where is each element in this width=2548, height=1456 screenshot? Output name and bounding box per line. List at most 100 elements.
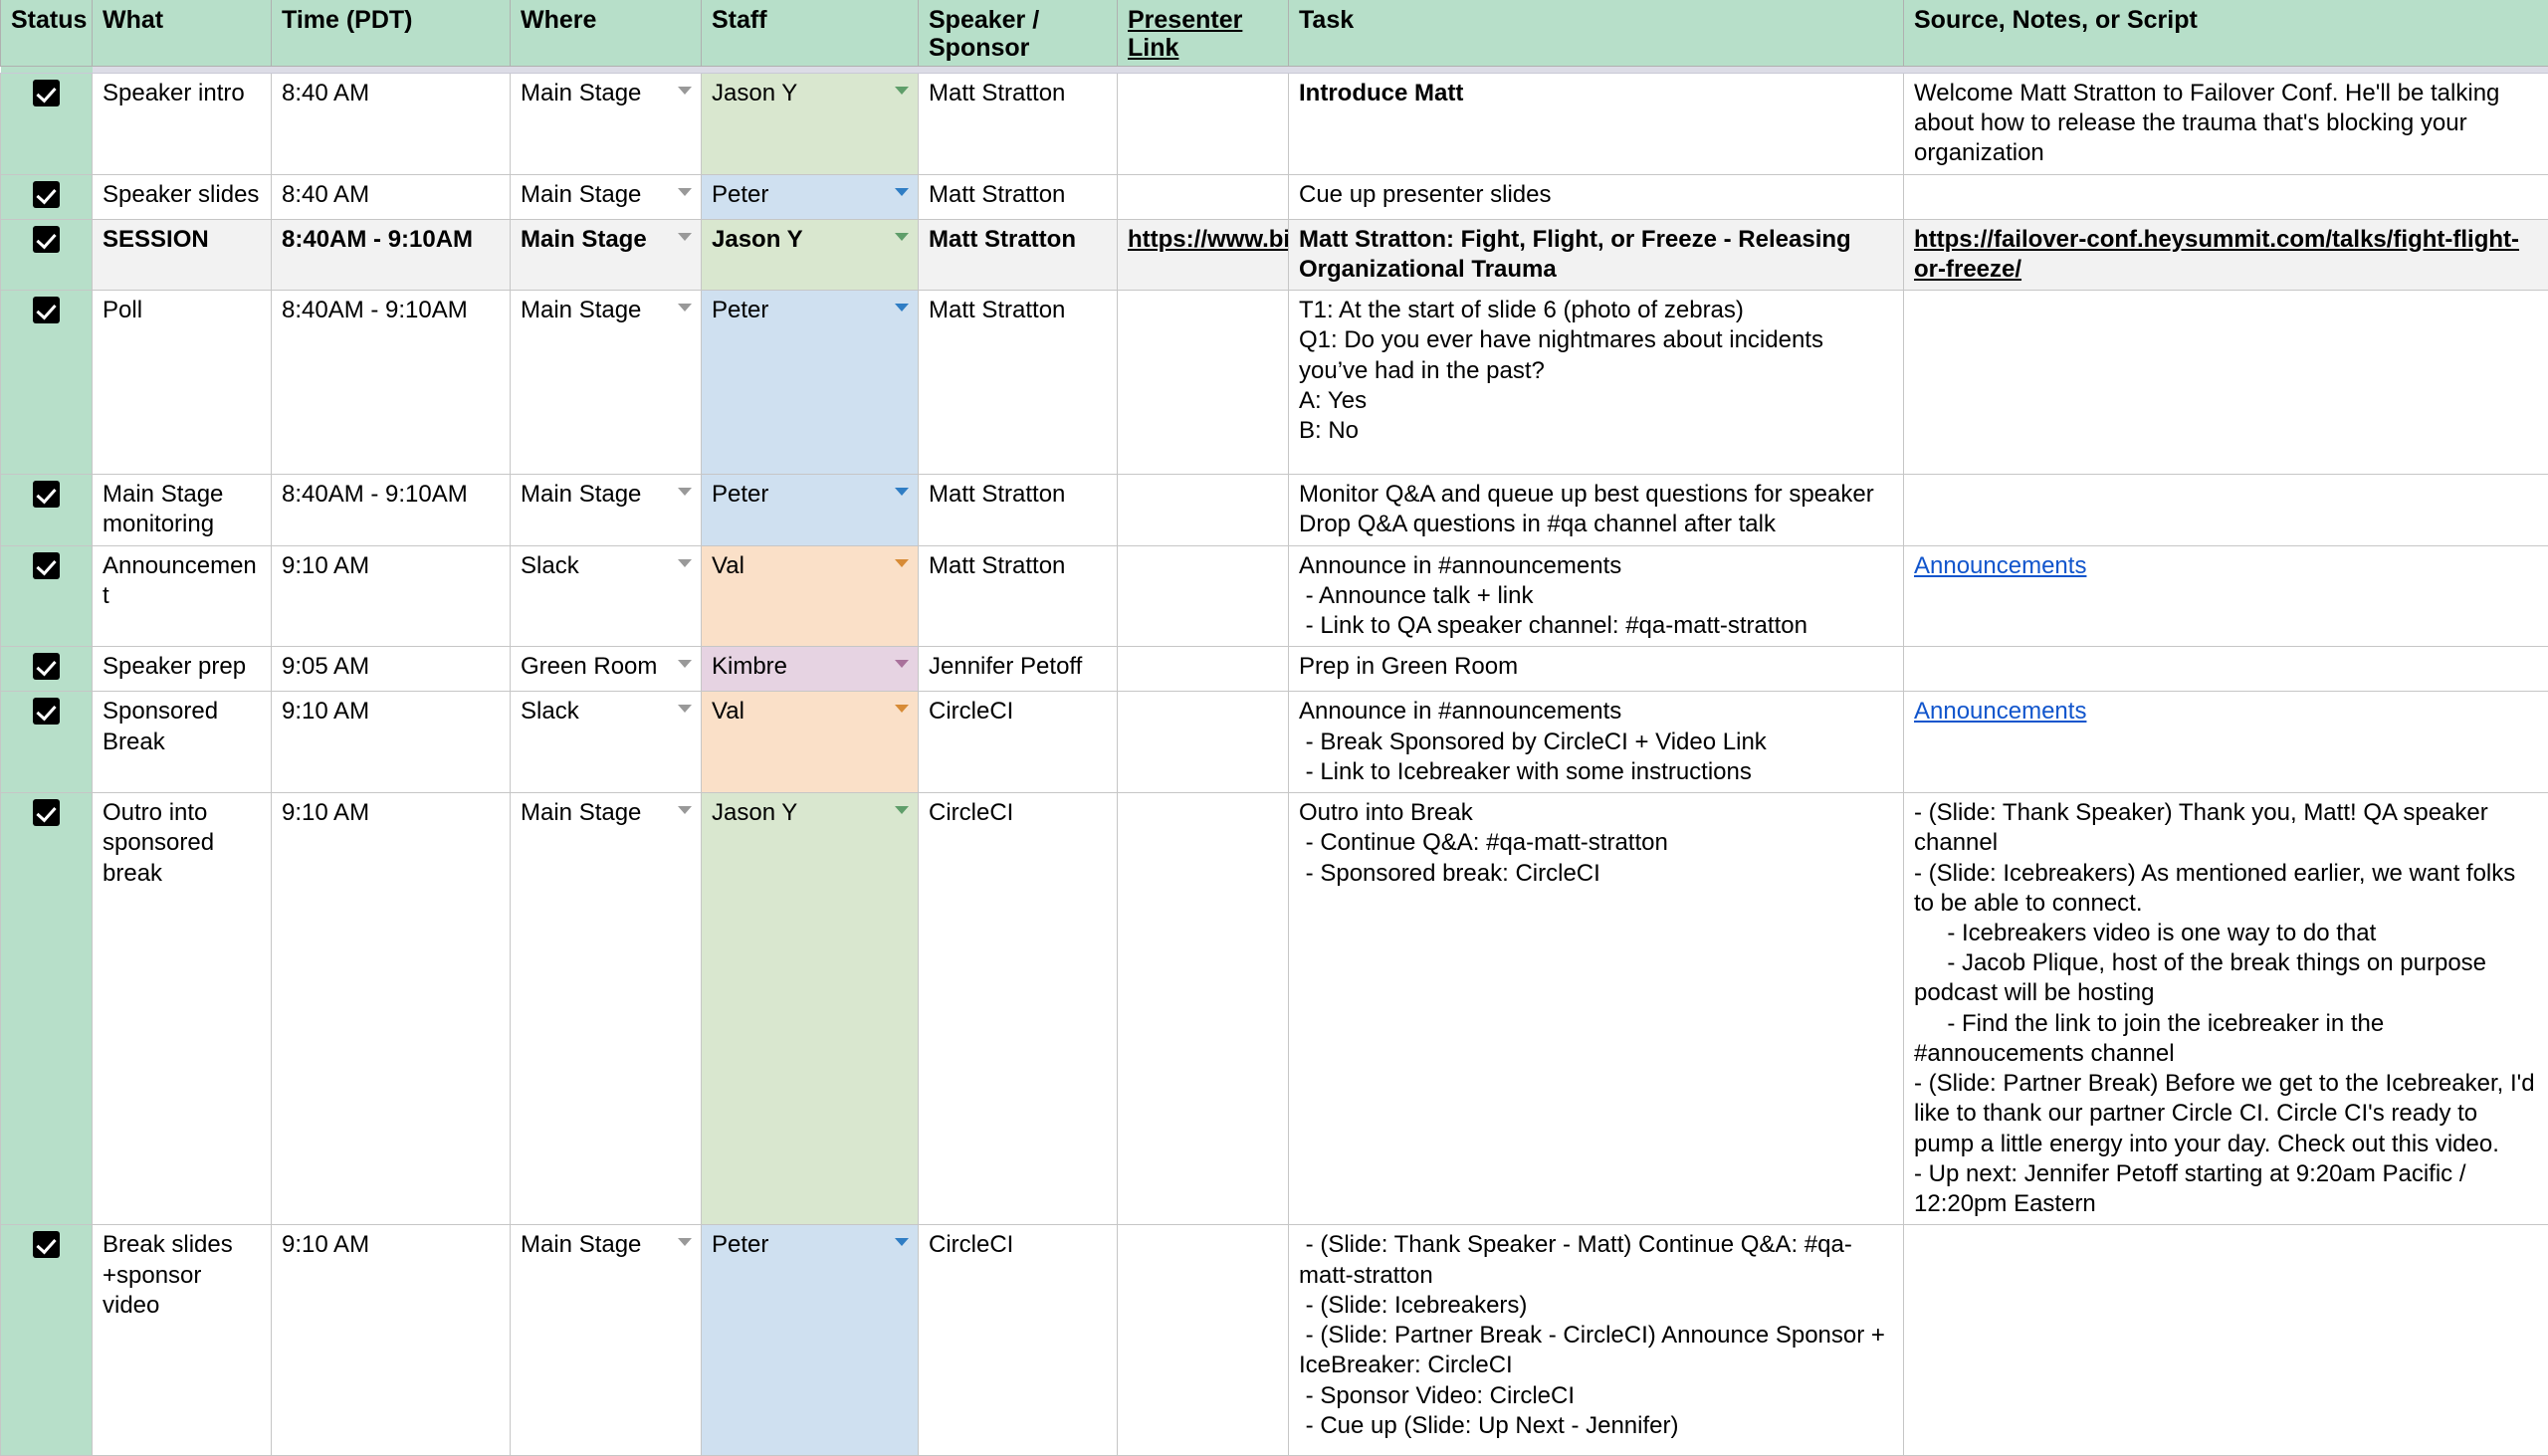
cell-time[interactable]: 8:40 AM <box>272 74 511 175</box>
status-cell[interactable] <box>1 174 93 219</box>
source-link[interactable]: Announcements <box>1914 552 2086 579</box>
checkbox-checked-icon[interactable] <box>33 226 60 253</box>
checkbox-checked-icon[interactable] <box>33 181 60 208</box>
cell-time[interactable]: 9:05 AM <box>272 647 511 692</box>
cell-staff-dropdown[interactable]: Jason Y <box>702 219 919 290</box>
cell-what[interactable]: Poll <box>93 291 272 475</box>
cell-staff-dropdown[interactable]: Peter <box>702 291 919 475</box>
column-header-time[interactable]: Time (PDT) <box>272 0 511 67</box>
chevron-down-icon[interactable] <box>895 559 909 567</box>
column-header-speaker-sponsor[interactable]: Speaker / Sponsor <box>919 0 1118 67</box>
cell-speaker-sponsor[interactable]: CircleCI <box>919 1225 1118 1456</box>
chevron-down-icon[interactable] <box>895 233 909 241</box>
cell-speaker-sponsor[interactable]: Matt Stratton <box>919 74 1118 175</box>
source-link[interactable]: Announcements <box>1914 698 2086 725</box>
status-cell[interactable] <box>1 74 93 175</box>
cell-presenter-link[interactable] <box>1118 647 1289 692</box>
column-header-source-notes-script[interactable]: Source, Notes, or Script <box>1904 0 2548 67</box>
cell-time[interactable]: 9:10 AM <box>272 692 511 793</box>
checkbox-checked-icon[interactable] <box>33 80 60 106</box>
chevron-down-icon[interactable] <box>678 233 692 241</box>
checkbox-checked-icon[interactable] <box>33 799 60 826</box>
table-row[interactable]: Outro into sponsored break9:10 AMMain St… <box>1 793 2548 1225</box>
chevron-down-icon[interactable] <box>895 304 909 312</box>
table-row[interactable]: Announcement9:10 AMSlackValMatt Stratton… <box>1 545 2548 647</box>
checkbox-checked-icon[interactable] <box>33 552 60 579</box>
cell-time[interactable]: 8:40AM - 9:10AM <box>272 475 511 545</box>
cell-source-notes-script[interactable] <box>1904 475 2548 545</box>
status-cell[interactable] <box>1 219 93 290</box>
table-row[interactable]: Speaker slides8:40 AMMain StagePeterMatt… <box>1 174 2548 219</box>
chevron-down-icon[interactable] <box>678 660 692 668</box>
cell-presenter-link[interactable] <box>1118 545 1289 647</box>
chevron-down-icon[interactable] <box>895 188 909 196</box>
chevron-down-icon[interactable] <box>678 488 692 496</box>
cell-presenter-link[interactable]: https://www.bi <box>1118 219 1289 290</box>
checkbox-checked-icon[interactable] <box>33 653 60 680</box>
column-header-staff[interactable]: Staff <box>702 0 919 67</box>
cell-where-dropdown[interactable]: Slack <box>511 545 702 647</box>
cell-presenter-link[interactable] <box>1118 793 1289 1225</box>
cell-source-notes-script[interactable]: - (Slide: Thank Speaker) Thank you, Matt… <box>1904 793 2548 1225</box>
cell-staff-dropdown[interactable]: Jason Y <box>702 74 919 175</box>
cell-where-dropdown[interactable]: Main Stage <box>511 174 702 219</box>
table-row[interactable]: Break slides +sponsor video9:10 AMMain S… <box>1 1225 2548 1456</box>
column-header-status[interactable]: Status <box>1 0 93 67</box>
cell-where-dropdown[interactable]: Green Room <box>511 647 702 692</box>
cell-speaker-sponsor[interactable]: Matt Stratton <box>919 174 1118 219</box>
cell-speaker-sponsor[interactable]: Matt Stratton <box>919 219 1118 290</box>
cell-task[interactable]: Announce in #announcements - Break Spons… <box>1289 692 1904 793</box>
chevron-down-icon[interactable] <box>678 304 692 312</box>
cell-speaker-sponsor[interactable]: Matt Stratton <box>919 545 1118 647</box>
presenter-link[interactable]: https://www.bi <box>1128 226 1289 253</box>
cell-speaker-sponsor[interactable]: CircleCI <box>919 692 1118 793</box>
table-row[interactable]: Speaker intro8:40 AMMain StageJason YMat… <box>1 74 2548 175</box>
cell-task[interactable]: Monitor Q&A and queue up best questions … <box>1289 475 1904 545</box>
cell-what[interactable]: Announcement <box>93 545 272 647</box>
cell-staff-dropdown[interactable]: Val <box>702 692 919 793</box>
cell-source-notes-script[interactable]: Welcome Matt Stratton to Failover Conf. … <box>1904 74 2548 175</box>
column-header-what[interactable]: What <box>93 0 272 67</box>
cell-presenter-link[interactable] <box>1118 475 1289 545</box>
cell-speaker-sponsor[interactable]: Jennifer Petoff <box>919 647 1118 692</box>
status-cell[interactable] <box>1 1225 93 1456</box>
cell-presenter-link[interactable] <box>1118 74 1289 175</box>
chevron-down-icon[interactable] <box>895 705 909 713</box>
cell-what[interactable]: Sponsored Break <box>93 692 272 793</box>
cell-source-notes-script[interactable] <box>1904 1225 2548 1456</box>
cell-where-dropdown[interactable]: Main Stage <box>511 1225 702 1456</box>
checkbox-checked-icon[interactable] <box>33 297 60 323</box>
chevron-down-icon[interactable] <box>678 806 692 814</box>
cell-source-notes-script[interactable] <box>1904 647 2548 692</box>
cell-what[interactable]: Outro into sponsored break <box>93 793 272 1225</box>
cell-speaker-sponsor[interactable]: CircleCI <box>919 793 1118 1225</box>
cell-where-dropdown[interactable]: Main Stage <box>511 74 702 175</box>
status-cell[interactable] <box>1 545 93 647</box>
chevron-down-icon[interactable] <box>895 1238 909 1246</box>
checkbox-checked-icon[interactable] <box>33 481 60 508</box>
column-header-where[interactable]: Where <box>511 0 702 67</box>
cell-staff-dropdown[interactable]: Peter <box>702 174 919 219</box>
cell-staff-dropdown[interactable]: Jason Y <box>702 793 919 1225</box>
cell-time[interactable]: 9:10 AM <box>272 793 511 1225</box>
table-row[interactable]: Speaker prep9:05 AMGreen RoomKimbreJenni… <box>1 647 2548 692</box>
cell-source-notes-script[interactable] <box>1904 291 2548 475</box>
cell-staff-dropdown[interactable]: Val <box>702 545 919 647</box>
cell-where-dropdown[interactable]: Slack <box>511 692 702 793</box>
table-row[interactable]: Poll8:40AM - 9:10AMMain StagePeterMatt S… <box>1 291 2548 475</box>
checkbox-checked-icon[interactable] <box>33 1231 60 1258</box>
cell-where-dropdown[interactable]: Main Stage <box>511 793 702 1225</box>
table-row[interactable]: Main Stage monitoring8:40AM - 9:10AMMain… <box>1 475 2548 545</box>
cell-what[interactable]: Speaker slides <box>93 174 272 219</box>
chevron-down-icon[interactable] <box>895 660 909 668</box>
cell-what[interactable]: Speaker prep <box>93 647 272 692</box>
chevron-down-icon[interactable] <box>895 87 909 95</box>
cell-source-notes-script[interactable]: Announcements <box>1904 545 2548 647</box>
cell-task[interactable]: Prep in Green Room <box>1289 647 1904 692</box>
cell-task[interactable]: Cue up presenter slides <box>1289 174 1904 219</box>
cell-task[interactable]: Announce in #announcements - Announce ta… <box>1289 545 1904 647</box>
cell-time[interactable]: 8:40AM - 9:10AM <box>272 291 511 475</box>
cell-source-notes-script[interactable]: Announcements <box>1904 692 2548 793</box>
cell-what[interactable]: Break slides +sponsor video <box>93 1225 272 1456</box>
chevron-down-icon[interactable] <box>678 705 692 713</box>
